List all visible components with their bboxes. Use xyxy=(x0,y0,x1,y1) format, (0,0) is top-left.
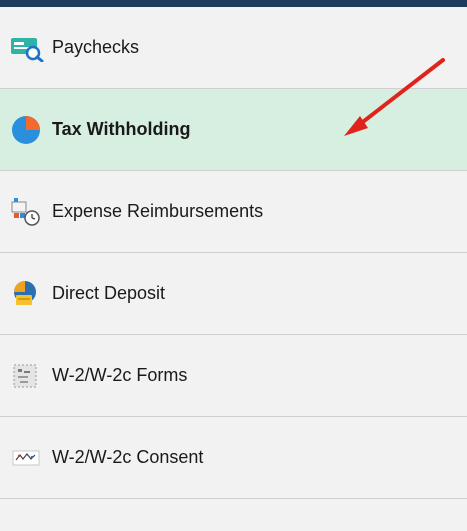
menu-item-expense-reimbursements[interactable]: Expense Reimbursements xyxy=(0,171,467,253)
pie-chart-icon xyxy=(10,115,52,145)
forms-icon xyxy=(10,361,52,391)
menu-item-label: Expense Reimbursements xyxy=(52,201,264,221)
menu-item-w2-forms[interactable]: W-2/W-2c Forms xyxy=(0,335,467,417)
menu-item-label: W-2/W-2c Consent xyxy=(52,447,204,467)
menu-item-label: Tax Withholding xyxy=(52,119,191,139)
annotation-arrow xyxy=(344,58,445,136)
expense-icon xyxy=(10,197,52,227)
menu-item-direct-deposit[interactable]: Direct Deposit xyxy=(0,253,467,335)
consent-icon xyxy=(10,443,52,473)
paycheck-icon xyxy=(10,33,52,63)
top-bar xyxy=(0,0,467,7)
menu-item-w2-consent[interactable]: W-2/W-2c Consent xyxy=(0,417,467,499)
menu-item-label: W-2/W-2c Forms xyxy=(52,365,188,385)
direct-deposit-icon xyxy=(10,279,52,309)
menu-item-label: Paychecks xyxy=(52,37,140,57)
menu-item-label: Direct Deposit xyxy=(52,283,166,303)
